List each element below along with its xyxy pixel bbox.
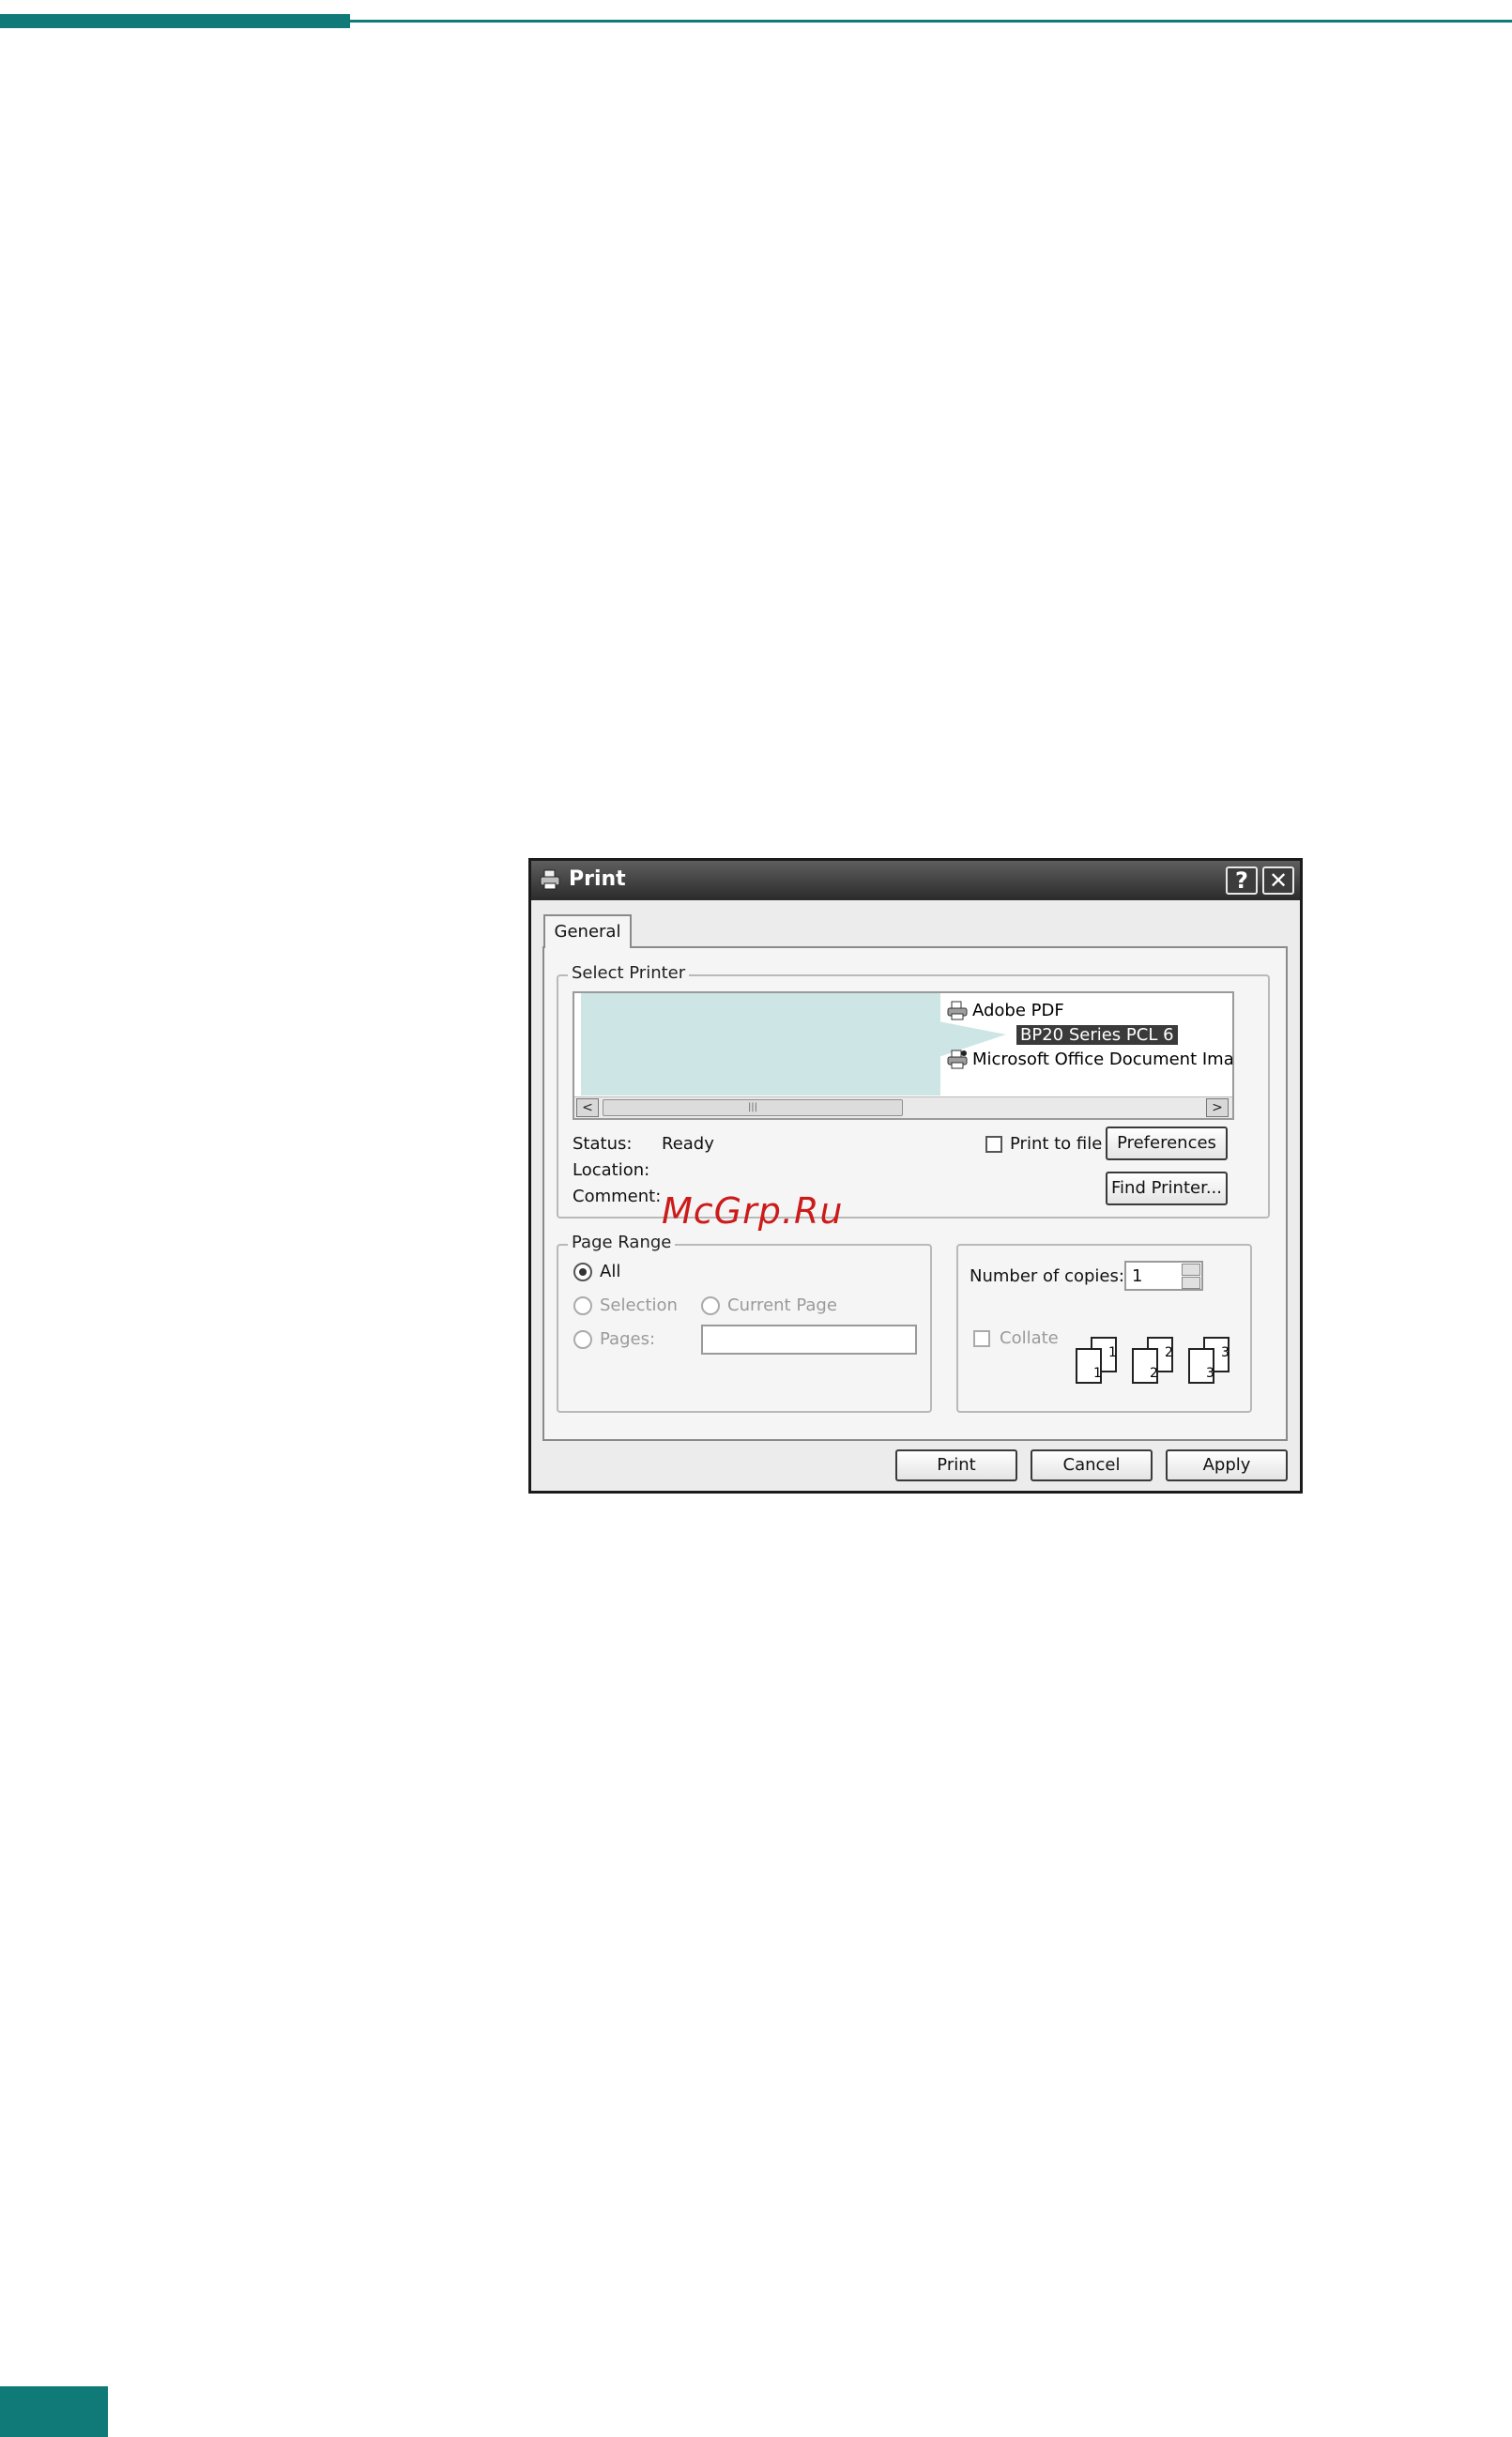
header-rule: [350, 20, 1512, 23]
radio-current-page[interactable]: [701, 1296, 720, 1315]
tab-general[interactable]: General: [543, 914, 632, 948]
radio-pages-label: Pages:: [600, 1329, 656, 1349]
printer-item-microsoft-office[interactable]: Microsoft Office Document Imag: [972, 1050, 1232, 1069]
status-label: Status:: [573, 1134, 633, 1154]
print-to-file-checkbox[interactable]: [985, 1136, 1002, 1153]
printer-list[interactable]: Adobe PDF BP20 Series PCL 6 Microsoft Of…: [573, 991, 1234, 1120]
status-value: Ready: [662, 1134, 714, 1154]
printer-icon: [947, 1050, 968, 1069]
scroll-thumb[interactable]: |||: [603, 1099, 903, 1116]
collate-page-number: 2: [1165, 1345, 1173, 1360]
horizontal-scrollbar[interactable]: < ||| >: [574, 1096, 1232, 1118]
page-range-group: Page Range All Selection Current Page Pa…: [557, 1233, 932, 1413]
spin-down-button[interactable]: [1182, 1277, 1200, 1289]
radio-selection[interactable]: [573, 1296, 592, 1315]
comment-label: Comment:: [573, 1187, 662, 1206]
general-panel: Select Printer Adobe PDF BP20 Series PCL…: [542, 946, 1288, 1441]
printer-icon: [540, 869, 560, 890]
radio-selection-label: Selection: [600, 1295, 678, 1315]
close-button[interactable]: ✕: [1262, 866, 1294, 895]
cancel-button[interactable]: Cancel: [1031, 1449, 1153, 1481]
printer-item-adobe-pdf[interactable]: Adobe PDF: [972, 1001, 1064, 1020]
printer-icon: [947, 1001, 968, 1020]
radio-all[interactable]: [573, 1263, 592, 1281]
copies-input[interactable]: 1: [1124, 1261, 1203, 1291]
dialog-title: Print: [569, 867, 626, 891]
location-label: Location:: [573, 1160, 650, 1180]
printer-item-bp20[interactable]: BP20 Series PCL 6: [1016, 1025, 1178, 1045]
print-to-file-label: Print to file: [1010, 1134, 1103, 1154]
title-bar[interactable]: Print ? ✕: [531, 861, 1300, 900]
footer-accent-block: [0, 2386, 108, 2437]
select-printer-group: Select Printer Adobe PDF BP20 Series PCL…: [557, 963, 1270, 1218]
collate-page-number: 3: [1221, 1345, 1229, 1360]
pages-input[interactable]: [701, 1325, 917, 1355]
collate-illustration: 1 1 2 2 3 3: [1076, 1337, 1229, 1384]
help-button[interactable]: ?: [1226, 866, 1258, 895]
select-printer-legend: Select Printer: [568, 963, 690, 983]
collate-label: Collate: [1000, 1328, 1059, 1348]
spin-up-button[interactable]: [1182, 1264, 1200, 1276]
radio-pages[interactable]: [573, 1330, 592, 1349]
preferences-button[interactable]: Preferences: [1106, 1127, 1228, 1160]
copies-group: Number of copies: 1 Collate 1 1 2 2 3 3: [956, 1244, 1252, 1413]
radio-current-page-label: Current Page: [727, 1295, 837, 1315]
copies-value: 1: [1132, 1266, 1143, 1286]
collate-page-number: 2: [1150, 1366, 1158, 1381]
collate-checkbox[interactable]: [973, 1330, 990, 1347]
collate-page-number: 1: [1093, 1366, 1102, 1381]
page-range-legend: Page Range: [568, 1233, 676, 1252]
find-printer-button[interactable]: Find Printer...: [1106, 1172, 1228, 1205]
print-button[interactable]: Print: [895, 1449, 1017, 1481]
radio-all-label: All: [600, 1262, 621, 1281]
collate-page-number: 3: [1206, 1366, 1214, 1381]
copies-label: Number of copies:: [970, 1266, 1124, 1286]
scroll-right-button[interactable]: >: [1206, 1098, 1229, 1117]
collate-page-number: 1: [1108, 1345, 1117, 1360]
apply-button[interactable]: Apply: [1166, 1449, 1288, 1481]
watermark: McGrp.Ru: [662, 1190, 844, 1232]
scroll-left-button[interactable]: <: [576, 1098, 599, 1117]
header-accent-bar: [0, 14, 350, 28]
print-dialog: Print ? ✕ General Select Printer Adobe P…: [528, 858, 1303, 1494]
